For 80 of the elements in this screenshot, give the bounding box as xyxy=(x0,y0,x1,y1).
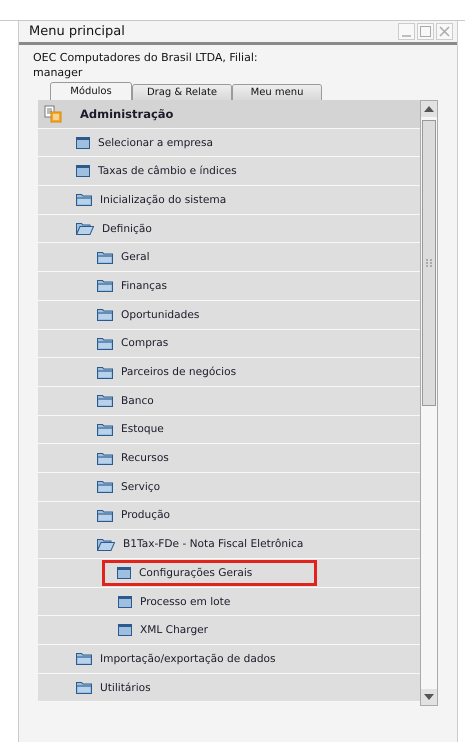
minimize-icon xyxy=(402,34,411,36)
folder-icon xyxy=(76,193,92,206)
folder-icon xyxy=(97,250,113,264)
open-folder-icon xyxy=(76,222,94,236)
tree-row[interactable]: Banco xyxy=(38,386,420,416)
tree-row[interactable]: Estoque xyxy=(38,416,420,444)
tree-item-label[interactable]: Serviço xyxy=(121,480,160,493)
tree-item-label[interactable]: B1Tax-FDe - Nota Fiscal Eletrônica xyxy=(123,538,304,550)
scroll-down-icon[interactable] xyxy=(421,689,437,705)
tree-item-label[interactable]: Processo em lote xyxy=(140,596,230,608)
tree-item-label[interactable]: Parceiros de negócios xyxy=(121,366,236,378)
tree-item-label[interactable]: Definição xyxy=(102,222,152,235)
folder-icon xyxy=(76,652,92,666)
close-button[interactable] xyxy=(436,23,453,40)
scroll-thumb[interactable] xyxy=(422,120,436,406)
tree-item-label[interactable]: Taxas de câmbio e índices xyxy=(98,165,237,178)
tree-row[interactable]: Geral xyxy=(38,243,420,272)
tab[interactable]: Meu menu xyxy=(232,84,322,100)
tree-row[interactable]: Utilitários xyxy=(38,674,420,702)
grip-icon xyxy=(426,259,432,267)
tree-item-label[interactable]: Estoque xyxy=(121,423,164,436)
tree-row[interactable]: Parceiros de negócios xyxy=(38,358,420,387)
tree-row[interactable]: Taxas de câmbio e índices xyxy=(38,157,420,186)
tree-row[interactable]: Produção xyxy=(38,502,420,530)
tree-row[interactable]: Administração xyxy=(38,100,420,129)
window-icon xyxy=(76,136,90,149)
tab[interactable]: Módulos xyxy=(50,82,132,100)
open-folder-icon xyxy=(97,538,115,551)
tree-row[interactable]: Finanças xyxy=(38,272,420,301)
tree-item-label[interactable]: Configurações Gerais xyxy=(139,566,252,579)
tree-item-label[interactable]: Oportunidades xyxy=(121,308,200,321)
folder-icon xyxy=(97,279,113,292)
tree-row[interactable]: Recursos xyxy=(38,444,420,473)
window-icon xyxy=(118,624,132,636)
tree-row[interactable]: XML Charger xyxy=(38,616,420,646)
tree-item-label[interactable]: Compras xyxy=(121,337,168,350)
folder-icon xyxy=(97,366,113,379)
folder-icon xyxy=(97,480,113,494)
tree-item-label[interactable]: Inicialização do sistema xyxy=(100,194,226,206)
folder-icon xyxy=(97,422,113,436)
tree-row[interactable]: Selecionar a empresa xyxy=(38,128,420,158)
minimize-button[interactable] xyxy=(398,23,415,40)
tree-item-label[interactable]: Finanças xyxy=(121,280,168,292)
tree-row[interactable]: Importação/exportação de dados xyxy=(38,645,420,674)
tree-row[interactable]: Serviço xyxy=(38,472,420,502)
tree-row[interactable]: B1Tax-FDe - Nota Fiscal Eletrônica xyxy=(38,530,420,559)
tree-row[interactable]: Oportunidades xyxy=(38,300,420,330)
scrollbar[interactable] xyxy=(420,100,438,706)
tree-item-label[interactable]: Banco xyxy=(121,394,154,407)
window-icon xyxy=(118,596,132,608)
maximize-button[interactable] xyxy=(417,23,434,40)
tree-row[interactable]: Inicialização do sistema xyxy=(38,186,420,215)
close-icon xyxy=(439,26,450,37)
tree-row[interactable]: Processo em lote xyxy=(38,588,420,616)
tree-row[interactable]: Compras xyxy=(38,330,420,358)
tree-item-label[interactable]: Produção xyxy=(121,509,170,522)
tree-item-label[interactable]: Geral xyxy=(121,251,150,264)
scroll-up-icon[interactable] xyxy=(421,101,437,117)
tree-item-label[interactable]: Importação/exportação de dados xyxy=(100,652,276,665)
folder-icon xyxy=(97,508,113,522)
window-title: Menu principal xyxy=(29,24,126,39)
user-name: manager xyxy=(32,65,84,80)
tree-row[interactable]: Definição xyxy=(38,214,420,244)
tab[interactable]: Drag & Relate xyxy=(132,84,232,100)
window-icon xyxy=(117,566,131,579)
tree-item-label[interactable]: Selecionar a empresa xyxy=(98,136,213,149)
folder-icon xyxy=(76,681,92,694)
folder-icon xyxy=(97,452,113,465)
tree-row[interactable]: Configurações Gerais xyxy=(38,559,420,588)
tree-item-label[interactable]: Utilitários xyxy=(100,682,151,694)
folder-icon xyxy=(97,336,113,350)
window-icon xyxy=(76,165,90,178)
tree-item-label[interactable]: XML Charger xyxy=(140,624,208,636)
tree-item-label[interactable]: Administração xyxy=(80,106,174,121)
folder-icon xyxy=(97,308,113,322)
tree-item-label[interactable]: Recursos xyxy=(121,452,169,464)
module-icon xyxy=(44,104,62,123)
company-name: OEC Computadores do Brasil LTDA, Filial: xyxy=(32,50,259,65)
maximize-icon xyxy=(420,26,431,37)
folder-icon xyxy=(97,394,113,408)
